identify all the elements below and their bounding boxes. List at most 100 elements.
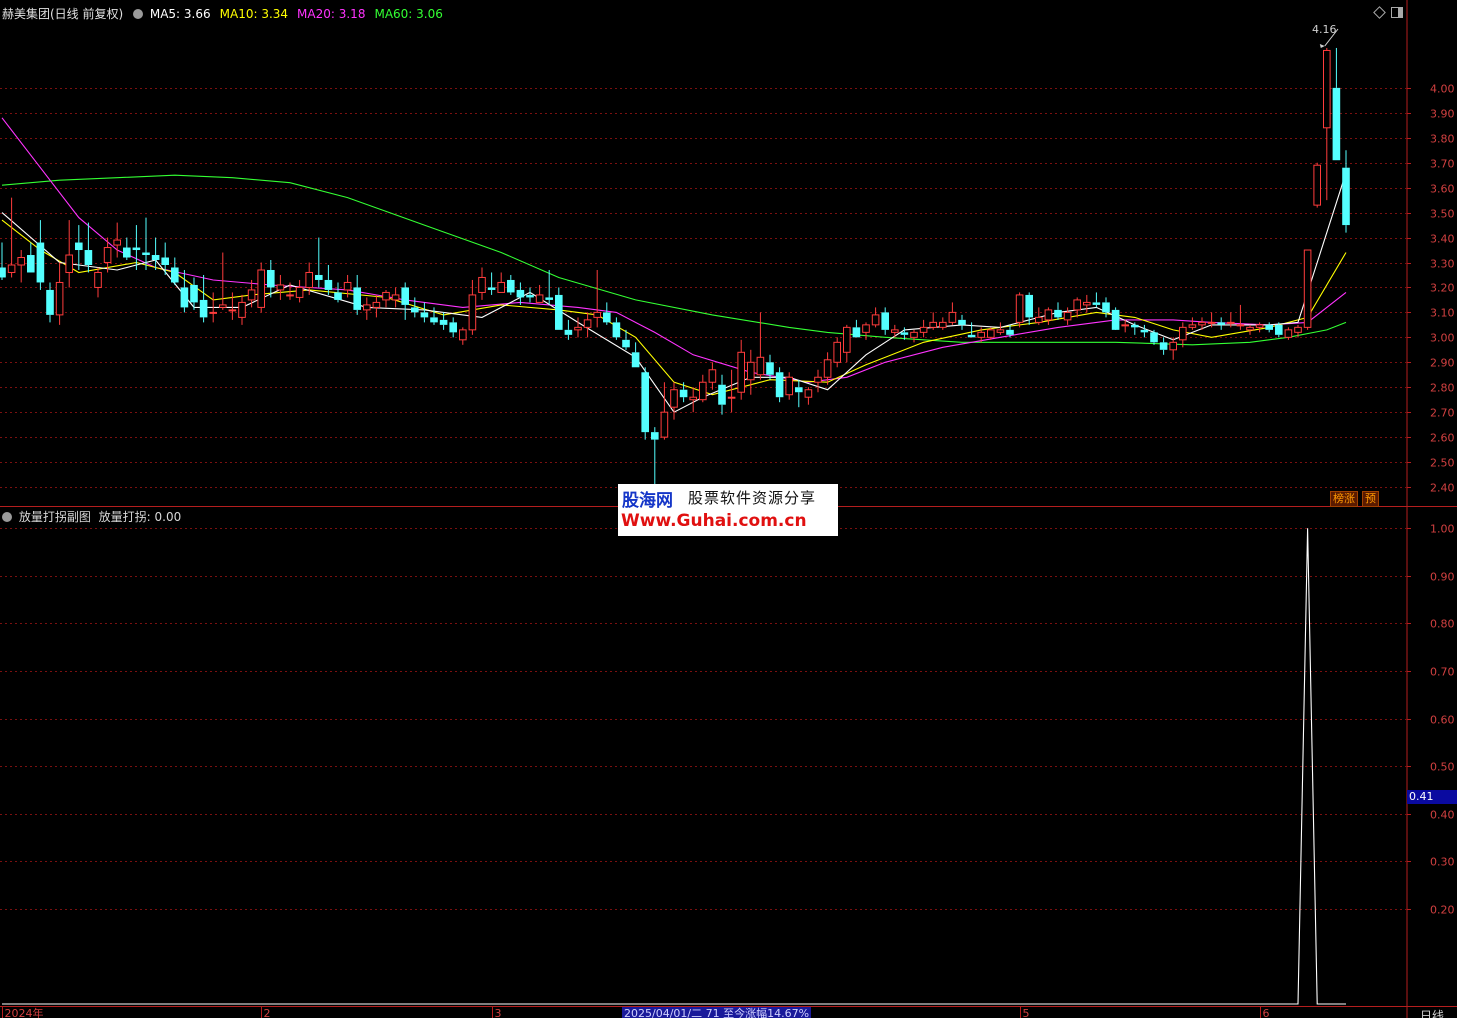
candle-body: [708, 369, 717, 383]
watermark-logo: 股海网: [622, 491, 673, 511]
candle-body: [420, 312, 429, 318]
candle-body: [1159, 342, 1168, 350]
candle-body: [1342, 167, 1350, 226]
candle-body: [804, 389, 813, 398]
date-tick-label: 2024年: [5, 1006, 44, 1018]
pre-badge[interactable]: 预: [1362, 491, 1379, 507]
candle-body: [391, 294, 400, 301]
price-tick-label: 2.70: [1430, 407, 1455, 420]
candle-body: [1246, 326, 1254, 331]
candle-body: [497, 281, 505, 293]
candle-body: [727, 396, 736, 399]
period-label[interactable]: 日线: [1420, 1007, 1444, 1018]
price-tick-label: 3.30: [1430, 258, 1455, 271]
price-tick-label: 3.70: [1430, 158, 1455, 171]
candle-body: [1044, 309, 1053, 321]
candle-body: [699, 381, 707, 401]
price-tick-label: 3.40: [1430, 233, 1455, 246]
sub-header: 放量打拐副图 放量打拐: 0.00: [2, 508, 181, 525]
candle-body: [1015, 294, 1024, 323]
candle-body: [1236, 324, 1245, 327]
candle-body: [238, 301, 246, 318]
candle-body: [679, 389, 688, 398]
toggle-circle-icon[interactable]: [133, 9, 144, 19]
price-tick-label: 2.40: [1430, 482, 1455, 495]
candle-body: [891, 329, 899, 333]
candle-body: [1169, 341, 1178, 351]
indicator-value: 放量打拐: 0.00: [98, 510, 182, 524]
candle-body: [852, 327, 861, 338]
candle-body: [747, 361, 755, 381]
price-tick-label: 2.80: [1430, 382, 1455, 395]
candle-body: [1332, 87, 1341, 161]
main-header: 赫美集团(日线 前复权) MA5: 3.66 MA10: 3.34 MA20: 3.…: [2, 5, 452, 22]
candle-body: [1198, 321, 1206, 326]
candle-body: [228, 309, 237, 312]
candle-body: [84, 250, 93, 265]
candle-body: [641, 372, 649, 433]
price-tick-label: 4.00: [1430, 83, 1455, 96]
candle-body: [1294, 326, 1302, 333]
limit-up-badge[interactable]: 榜涨: [1330, 491, 1358, 507]
date-tick-label: 6: [1263, 1007, 1270, 1018]
price-tick-label: 3.80: [1430, 133, 1455, 146]
watermark-tagline: 股票软件资源分享: [688, 489, 817, 507]
candle-body: [1275, 324, 1283, 335]
candle-body: [142, 252, 150, 256]
panel-toggle-icon[interactable]: [1391, 7, 1403, 18]
candle-body: [871, 314, 880, 326]
candle-body: [689, 396, 698, 401]
candle-body: [1179, 326, 1187, 341]
candle-body: [75, 242, 83, 251]
candle-body: [631, 352, 640, 368]
candle-body: [17, 257, 25, 266]
candle-body: [939, 321, 947, 328]
candle-body: [987, 329, 995, 338]
indicator-line: [2, 528, 1346, 1005]
candle-body: [190, 284, 198, 303]
price-tick-label: 3.60: [1430, 183, 1455, 196]
candle-body: [382, 291, 390, 301]
toggle-circle-icon[interactable]: [2, 512, 12, 522]
candle-body: [583, 319, 592, 328]
candle-body: [1121, 324, 1130, 327]
watermark-url: Www.Guhai.com.cn: [621, 511, 807, 531]
indicator-tick-label: 0.30: [1430, 856, 1455, 869]
indicator-tick-label: 1.00: [1430, 523, 1455, 536]
candle-body: [516, 289, 525, 298]
candle-body: [766, 362, 774, 375]
indicator-tick-label: 0.70: [1430, 666, 1455, 679]
candle-body: [199, 299, 208, 318]
candle-body: [843, 326, 851, 353]
candle-body: [670, 389, 678, 408]
candle-body: [46, 289, 54, 315]
indicator-tick-label: 0.60: [1430, 714, 1455, 727]
candle-body: [468, 294, 477, 331]
candle-body: [449, 322, 457, 333]
candle-body: [36, 242, 45, 283]
candle-body: [651, 432, 659, 440]
candle-body: [535, 294, 544, 303]
price-tick-label: 2.60: [1430, 432, 1455, 445]
candle-body: [27, 255, 35, 273]
watermark: 股海网 股票软件资源分享 Www.Guhai.com.cn: [618, 484, 838, 536]
candle-body: [219, 304, 227, 308]
candle-body: [0, 267, 6, 278]
indicator-tick-label: 0.40: [1430, 809, 1455, 822]
candle-body: [1207, 321, 1216, 324]
candle-body: [996, 329, 1005, 333]
candle-body: [151, 255, 160, 261]
ma-legend-item: MA10: 3.34: [219, 7, 289, 21]
candle-body: [862, 324, 870, 333]
ma-legend-item: MA20: 3.18: [297, 7, 366, 21]
candle-body: [401, 287, 409, 305]
candle-body: [1025, 294, 1033, 318]
candle-body: [1006, 329, 1014, 335]
ma-legend-item: MA60: 3.06: [374, 7, 443, 21]
candle-body: [1035, 316, 1043, 323]
candle-body: [103, 247, 112, 264]
stock-title: 赫美集团(日线 前复权): [2, 7, 124, 21]
candle-body: [372, 301, 381, 308]
candle-body: [910, 331, 918, 338]
candle-body: [132, 247, 141, 251]
